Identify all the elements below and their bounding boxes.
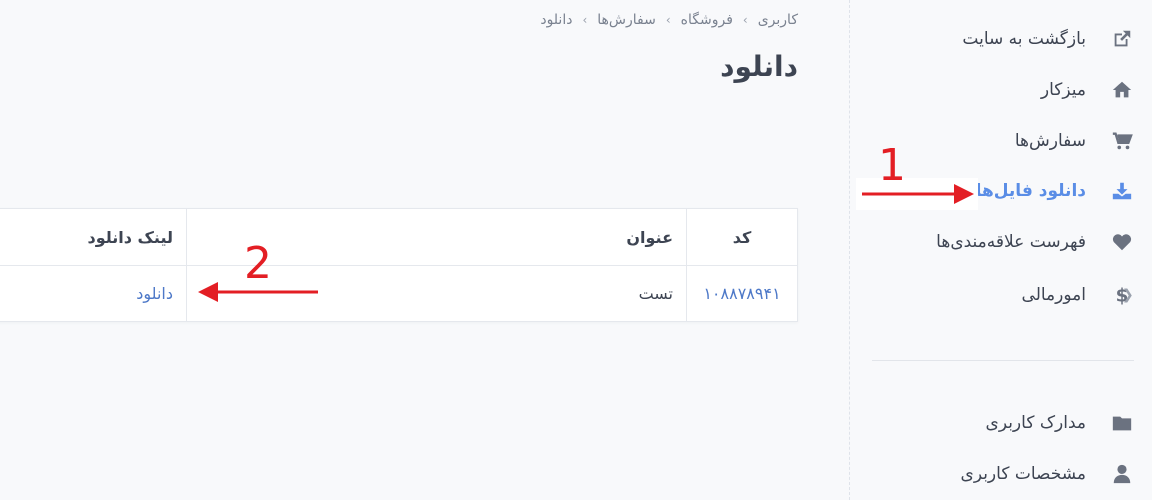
annotation-number-1: 1 xyxy=(878,140,906,191)
annotation-arrows xyxy=(198,178,978,302)
annotation-number-2: 2 xyxy=(244,238,272,289)
